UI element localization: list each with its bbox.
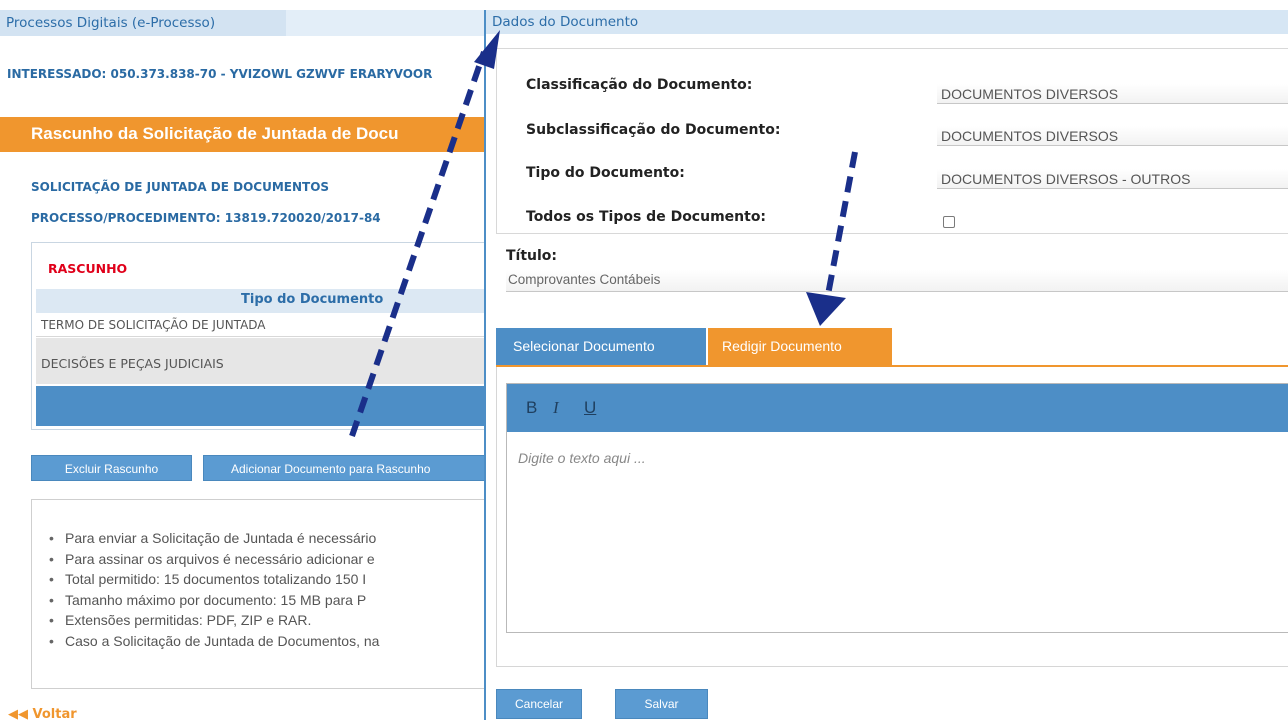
- text-editor[interactable]: B I U Digite o texto aqui ...: [506, 383, 1288, 633]
- classificacao-label: Classificação do Documento:: [526, 77, 753, 93]
- todos-tipos-checkbox[interactable]: [943, 216, 955, 228]
- info-item: Total permitido: 15 documentos totalizan…: [49, 571, 379, 592]
- classificacao-select[interactable]: DOCUMENTOS DIVERSOS: [937, 84, 1288, 104]
- table-row[interactable]: DECISÕES E PEÇAS JUDICIAIS: [36, 338, 488, 384]
- interessado-line: INTERESSADO: 050.373.838-70 - YVIZOWL GZ…: [7, 67, 433, 81]
- todos-tipos-label: Todos os Tipos de Documento:: [526, 209, 767, 225]
- adicionar-documento-button[interactable]: Adicionar Documento para Rascunho: [203, 455, 487, 481]
- rascunho-panel: RASCUNHO Tipo do Documento TERMO DE SOLI…: [31, 242, 488, 430]
- app-title: Processos Digitais (e-Processo): [6, 15, 216, 31]
- editor-toolbar: B I U: [507, 384, 1288, 432]
- editor-placeholder: Digite o texto aqui ...: [518, 450, 646, 466]
- info-list: Para enviar a Solicitação de Juntada é n…: [49, 530, 379, 653]
- processo-line: PROCESSO/PROCEDIMENTO: 13819.720020/2017…: [31, 211, 381, 225]
- table-footer: [36, 386, 488, 426]
- dados-documento-modal: Dados do Documento Classificação do Docu…: [484, 10, 1288, 720]
- info-item: Para assinar os arquivos é necessário ad…: [49, 551, 379, 572]
- cancelar-button[interactable]: Cancelar: [496, 689, 582, 719]
- screen: Processos Digitais (e-Processo) INTERESS…: [0, 0, 1288, 720]
- page-title: Rascunho da Solicitação de Juntada de Do…: [31, 124, 399, 143]
- classificacao-panel: Classificação do Documento: DOCUMENTOS D…: [496, 48, 1288, 234]
- table-header: Tipo do Documento: [36, 289, 488, 313]
- info-panel: Para enviar a Solicitação de Juntada é n…: [31, 499, 487, 689]
- tipo-documento-select[interactable]: DOCUMENTOS DIVERSOS - OUTROS: [937, 169, 1288, 189]
- titulo-input[interactable]: Comprovantes Contábeis: [506, 270, 1288, 292]
- rascunho-label: RASCUNHO: [48, 261, 128, 276]
- table-row[interactable]: TERMO DE SOLICITAÇÃO DE JUNTADA: [36, 315, 488, 337]
- tab-selecionar-documento[interactable]: Selecionar Documento: [496, 328, 706, 365]
- info-item: Extensões permitidas: PDF, ZIP e RAR.: [49, 612, 379, 633]
- info-item: Caso a Solicitação de Juntada de Documen…: [49, 633, 379, 654]
- column-header-tipo: Tipo do Documento: [241, 292, 384, 307]
- tab-redigir-documento[interactable]: Redigir Documento: [708, 328, 892, 365]
- italic-button[interactable]: I: [553, 398, 559, 418]
- excluir-rascunho-button[interactable]: Excluir Rascunho: [31, 455, 192, 481]
- app-title-bar: Processos Digitais (e-Processo): [0, 10, 486, 36]
- solicitacao-title: SOLICITAÇÃO DE JUNTADA DE DOCUMENTOS: [31, 180, 330, 194]
- underline-button[interactable]: U: [584, 398, 596, 418]
- table-cell: DECISÕES E PEÇAS JUDICIAIS: [41, 356, 224, 371]
- table-cell: TERMO DE SOLICITAÇÃO DE JUNTADA: [41, 318, 266, 332]
- voltar-link[interactable]: ◀◀ Voltar: [8, 707, 77, 720]
- subclassificacao-label: Subclassificação do Documento:: [526, 122, 781, 138]
- tipo-documento-label: Tipo do Documento:: [526, 165, 685, 181]
- titulo-label: Título:: [506, 248, 558, 264]
- salvar-button[interactable]: Salvar: [615, 689, 708, 719]
- bold-button[interactable]: B: [526, 398, 537, 418]
- info-item: Tamanho máximo por documento: 15 MB para…: [49, 592, 379, 613]
- modal-title: Dados do Documento: [492, 14, 639, 30]
- subclassificacao-select[interactable]: DOCUMENTOS DIVERSOS: [937, 126, 1288, 146]
- info-item: Para enviar a Solicitação de Juntada é n…: [49, 530, 379, 551]
- page-header-band: Rascunho da Solicitação de Juntada de Do…: [0, 117, 486, 152]
- modal-header: Dados do Documento: [486, 10, 1288, 34]
